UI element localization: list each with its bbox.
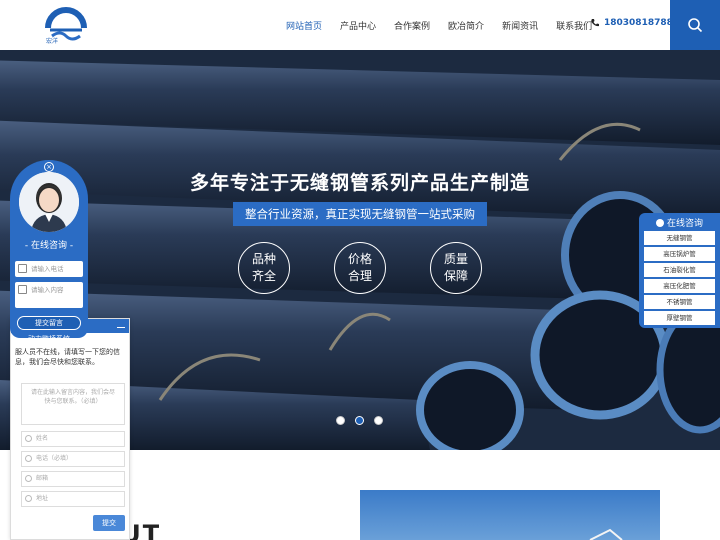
online-item-fertilizer-pipe[interactable]: 高压化肥管 (644, 279, 715, 293)
consult-phone-input[interactable]: 请输入电话 (15, 261, 83, 277)
feature-quality-line2: 保障 (443, 269, 468, 283)
email-field[interactable]: 邮箱 (21, 471, 125, 487)
feature-price: 价格 合理 (334, 242, 386, 294)
consult-widget: × - 在线咨询 - 请输入电话 请输入内容 提交留言 动力鹏桥系统 (10, 160, 88, 343)
search-icon (688, 18, 703, 33)
feature-variety-line2: 齐全 (251, 269, 276, 283)
site-header: 宏洋 网站首页 产品中心 合作案例 欧冶简介 新闻资讯 联系我们 1803081… (0, 0, 720, 50)
phone-number: 18030818788 (604, 18, 673, 28)
company-logo[interactable]: 宏洋 (44, 6, 88, 45)
consult-submit-button[interactable]: 提交留言 (17, 316, 81, 330)
main-nav: 网站首页 产品中心 合作案例 欧冶简介 新闻资讯 联系我们 (286, 0, 610, 50)
consult-title: - 在线咨询 - (24, 241, 74, 251)
feature-price-line2: 合理 (347, 269, 372, 283)
slider-dot-1[interactable] (336, 416, 345, 425)
header-phone[interactable]: 18030818788 (590, 18, 673, 28)
phone-icon (591, 19, 599, 27)
feature-quality-line1: 质量 (443, 252, 468, 266)
feature-variety-line1: 品种 (251, 252, 276, 266)
consult-message-placeholder: 请输入内容 (31, 286, 64, 294)
online-item-seamless-pipe[interactable]: 无缝钢管 (644, 231, 715, 245)
close-icon[interactable]: × (44, 162, 54, 172)
email-icon (25, 475, 32, 482)
feature-quality: 质量 保障 (430, 242, 482, 294)
email-placeholder: 邮箱 (36, 475, 49, 482)
feature-price-line1: 价格 (347, 252, 372, 266)
online-item-boiler-pipe[interactable]: 高压锅炉管 (644, 247, 715, 261)
slider-dot-3[interactable] (374, 416, 383, 425)
address-field[interactable]: 地址 (21, 491, 125, 507)
name-placeholder: 姓名 (36, 435, 49, 442)
phone-field-icon (18, 264, 27, 273)
page: 宏洋 网站首页 产品中心 合作案例 欧冶简介 新闻资讯 联系我们 1803081… (0, 0, 720, 540)
minimize-icon[interactable] (117, 322, 125, 328)
nav-item-news[interactable]: 新闻资讯 (502, 19, 538, 32)
name-field[interactable]: 姓名 (21, 431, 125, 447)
nav-item-contact[interactable]: 联系我们 (556, 19, 592, 32)
feature-variety: 品种 齐全 (238, 242, 290, 294)
user-icon (25, 435, 32, 442)
location-icon (25, 495, 32, 502)
nav-item-about[interactable]: 欧冶简介 (448, 19, 484, 32)
online-consult-panel: 在线咨询 无缝钢管 高压锅炉管 石油裂化管 高压化肥管 不锈钢管 厚壁钢管 (639, 213, 720, 328)
about-image (360, 490, 660, 540)
consult-phone-placeholder: 请输入电话 (31, 265, 64, 273)
consult-footer: 动力鹏桥系统 (28, 335, 70, 343)
online-item-stainless-pipe[interactable]: 不锈钢管 (644, 295, 715, 309)
nav-item-home[interactable]: 网站首页 (286, 19, 322, 32)
hero-subtitle: 整合行业资源，真正实现无缝钢管一站式采购 (233, 202, 487, 226)
send-button[interactable]: 提交 (93, 515, 125, 531)
online-item-thick-wall-pipe[interactable]: 厚壁钢管 (644, 311, 715, 325)
phone-icon (25, 455, 32, 462)
avatar (19, 172, 79, 232)
phone-field[interactable]: 电话（必填） (21, 451, 125, 467)
nav-item-products[interactable]: 产品中心 (340, 19, 376, 32)
phone-placeholder: 电话（必填） (36, 455, 73, 462)
slider-dots (336, 416, 393, 425)
online-panel-title: 在线咨询 (639, 216, 720, 229)
nav-item-cases[interactable]: 合作案例 (394, 19, 430, 32)
message-form-intro: 服人员不在线，请填写一下您的信息，我们会尽快和您联系。 (15, 348, 120, 366)
online-item-cracking-pipe[interactable]: 石油裂化管 (644, 263, 715, 277)
message-textarea[interactable]: 请在此输入留言内容，我们会尽快与您联系。（必填） (21, 383, 125, 425)
search-button[interactable] (670, 0, 720, 50)
slider-dot-2[interactable] (355, 416, 364, 425)
hero-title: 多年专注于无缝钢管系列产品生产制造 (189, 172, 530, 194)
chat-icon (655, 219, 664, 227)
logo-text: 宏洋 (46, 37, 58, 44)
message-form: 服人员不在线，请填写一下您的信息，我们会尽快和您联系。 请在此输入留言内容，我们… (10, 318, 130, 540)
consult-message-input[interactable]: 请输入内容 (15, 282, 83, 308)
address-placeholder: 地址 (36, 495, 49, 502)
message-field-icon (18, 285, 27, 294)
online-title-text: 在线咨询 (666, 219, 703, 229)
